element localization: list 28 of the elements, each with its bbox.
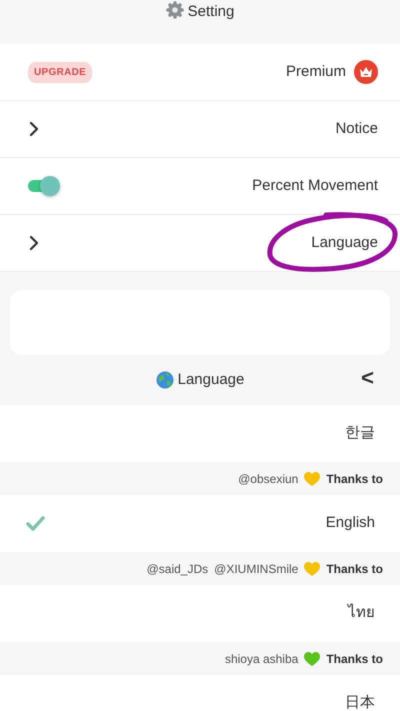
row-label: Language	[311, 232, 378, 253]
language-option[interactable]: ไทย	[0, 585, 400, 642]
chevron-icon	[28, 121, 40, 137]
thanks-label: Thanks to	[326, 560, 383, 578]
page-title: Setting	[188, 2, 234, 22]
back-button[interactable]: <	[361, 367, 374, 389]
language-option[interactable]: 日本	[0, 675, 400, 711]
contributor-name: @said_JDs	[146, 560, 208, 578]
row-label: Notice	[335, 118, 378, 139]
contributor-name: @obsexiun	[238, 470, 298, 488]
language-option[interactable]: English	[0, 495, 400, 552]
settings-row[interactable]: Percent Movement	[0, 158, 400, 215]
globe-icon	[156, 371, 174, 389]
section-title: Language	[178, 370, 244, 390]
settings-row[interactable]: UPGRADE Premium	[0, 44, 400, 101]
row-label: Premium	[286, 62, 346, 82]
thanks-label: Thanks to	[326, 650, 383, 668]
settings-row[interactable]: Notice	[0, 101, 400, 158]
gear-icon	[166, 1, 184, 19]
contributor-name: shioya ashiba	[224, 650, 298, 668]
row-label: Percent Movement	[252, 176, 378, 196]
language-option[interactable]: 한글	[0, 405, 400, 462]
chevron-icon	[28, 235, 40, 251]
settings-row[interactable]: Language	[0, 215, 400, 272]
toggle-switch[interactable]	[28, 176, 60, 196]
crown-icon	[354, 60, 378, 84]
contributor-name: @XIUMINSmile	[214, 560, 298, 578]
thanks-label: Thanks to	[326, 470, 383, 488]
